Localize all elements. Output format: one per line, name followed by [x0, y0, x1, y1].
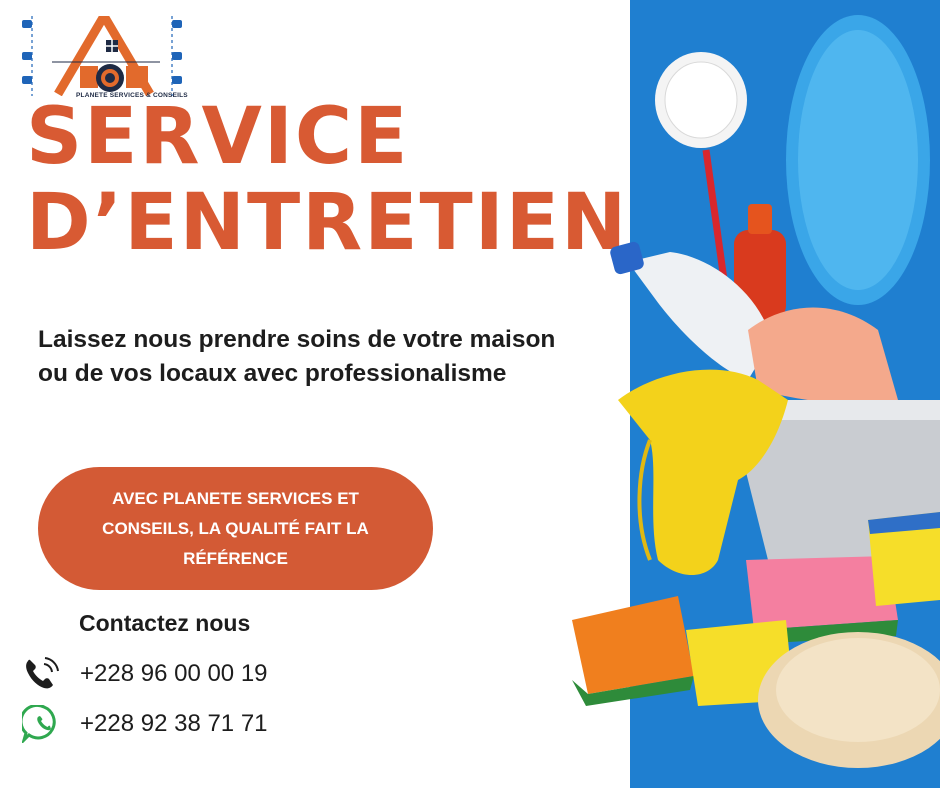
whatsapp-number: +228 92 38 71 71	[80, 710, 268, 737]
tagline: Laissez nous prendre soins de votre mais…	[38, 326, 556, 387]
cleaning-supplies-photo	[572, 0, 940, 788]
contact-title: Contactez nous	[79, 610, 251, 636]
company-logo: PLANETE SERVICES & CONSEILS	[22, 8, 188, 100]
quality-banner-text: AVEC PLANETE SERVICES ET CONSEILS, LA QU…	[102, 488, 369, 568]
quality-banner: AVEC PLANETE SERVICES ET CONSEILS, LA QU…	[38, 467, 433, 590]
duster-illustration	[786, 15, 930, 305]
whatsapp-contact-row[interactable]: +228 92 38 71 71	[22, 705, 268, 743]
title-line-1: SERVICE	[26, 92, 410, 182]
phone-icon	[26, 657, 59, 689]
title-line-2: D’ENTRETIEN	[26, 178, 629, 268]
whatsapp-icon	[22, 705, 56, 743]
page-title: SERVICE D’ENTRETIEN	[26, 98, 628, 262]
phone-contact-row[interactable]: +228 96 00 00 19	[22, 655, 268, 693]
phone-number: +228 96 00 00 19	[80, 660, 268, 687]
logo-house-graphic	[22, 16, 182, 96]
